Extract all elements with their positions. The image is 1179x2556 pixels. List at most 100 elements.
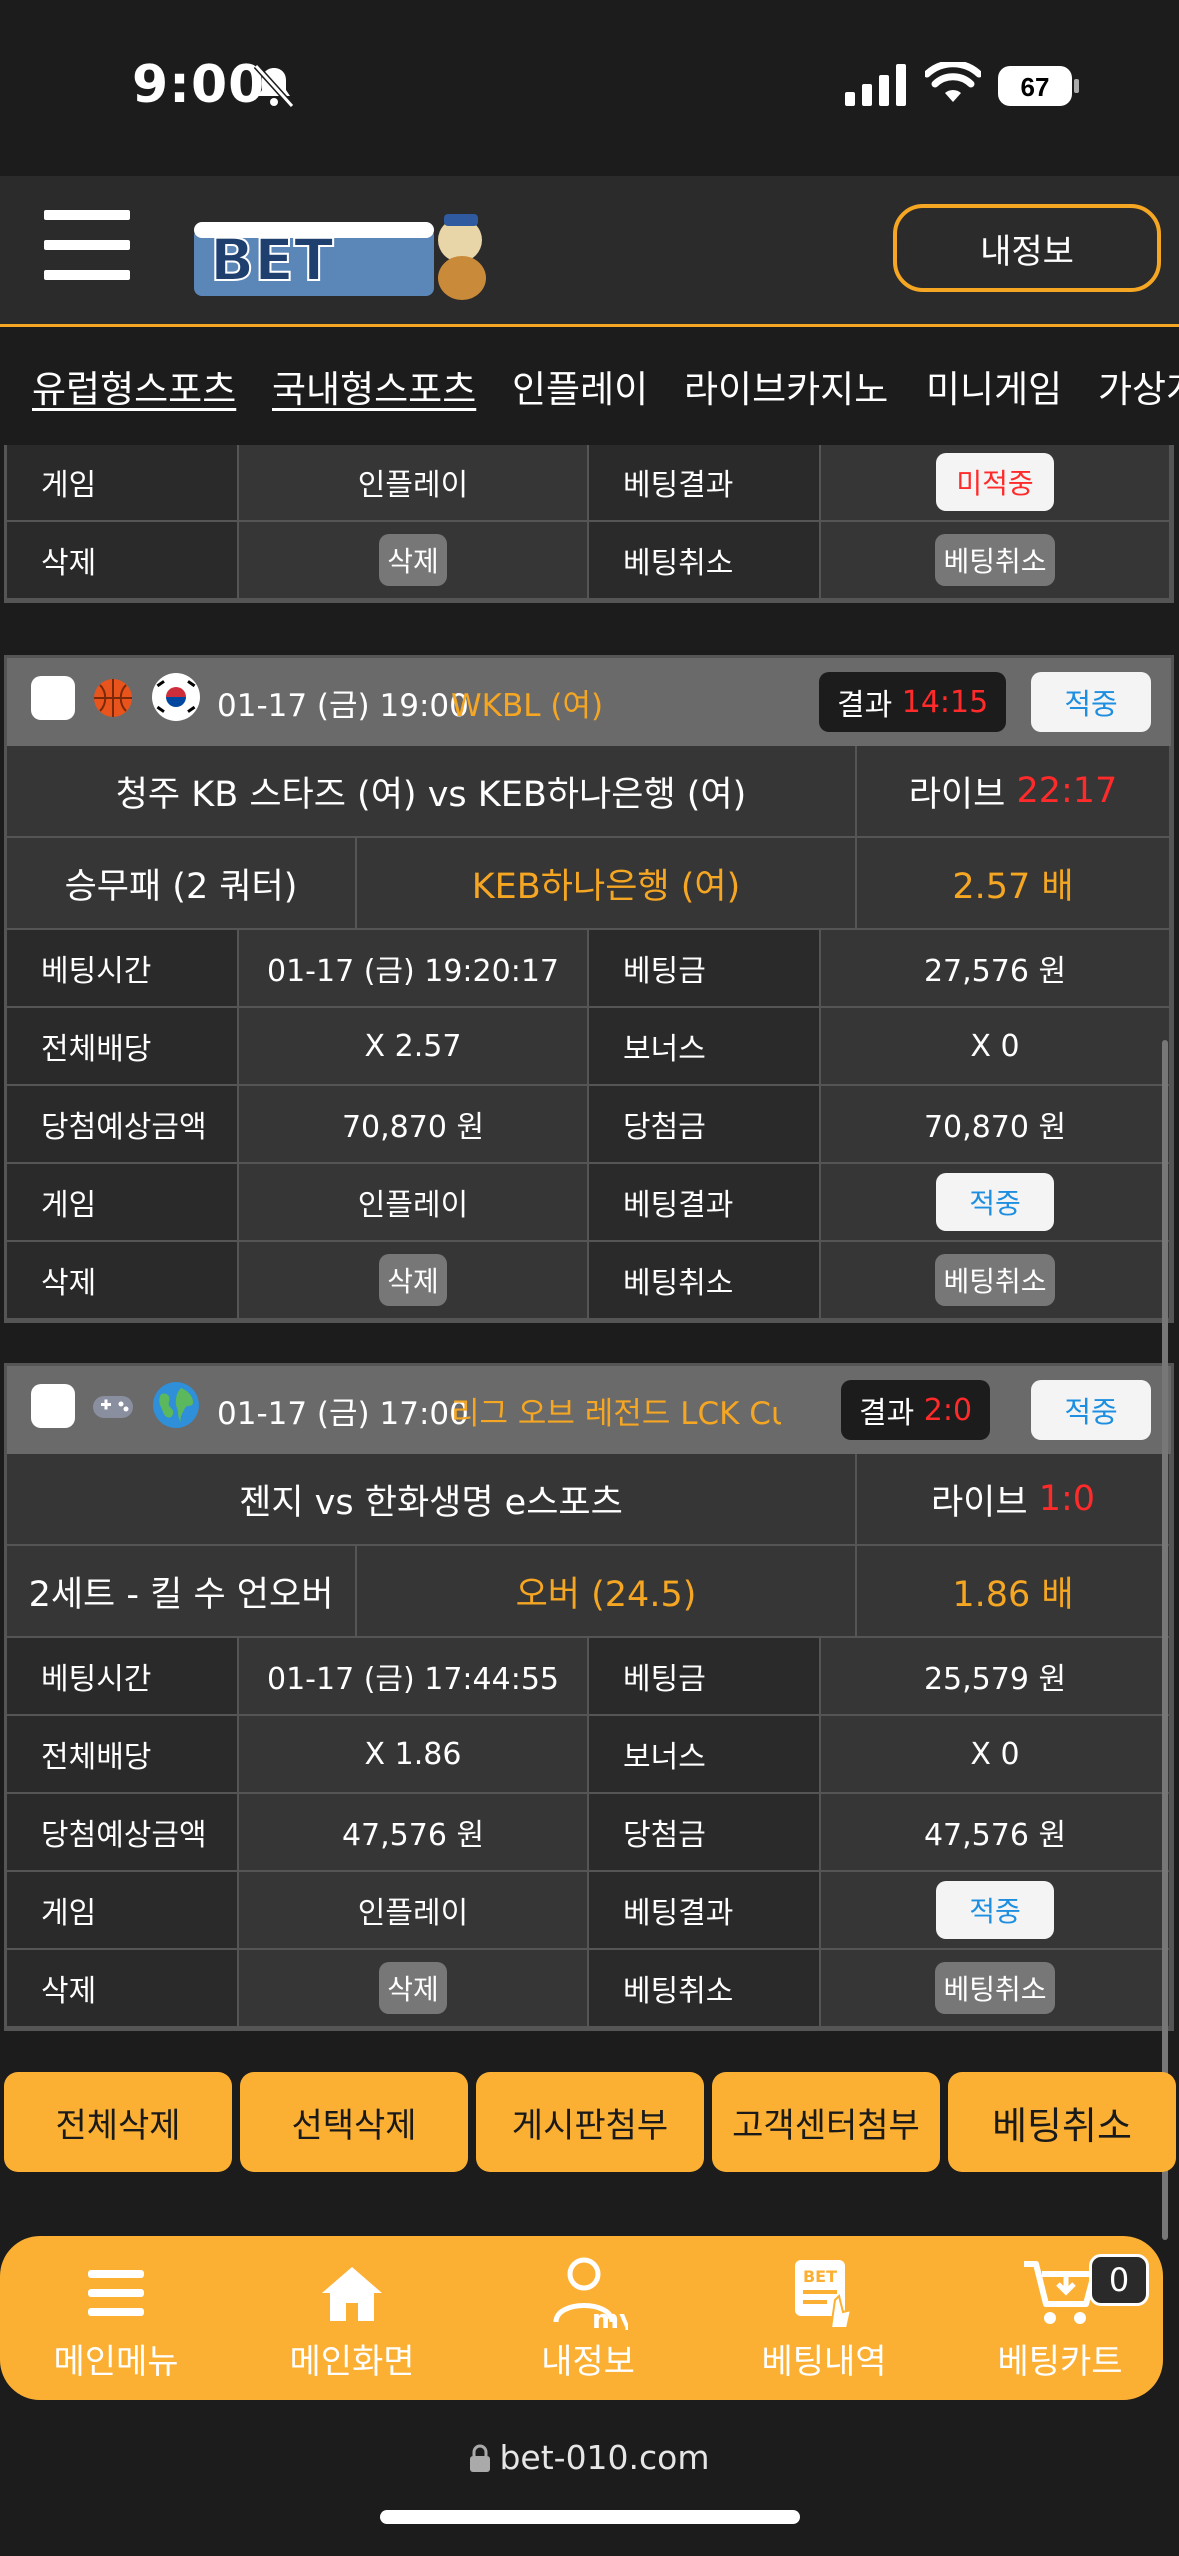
nav-item-minigame[interactable]: 미니게임 [926, 359, 1062, 413]
result-label: 결과 [837, 688, 893, 723]
select-checkbox[interactable] [31, 676, 75, 720]
pick-selection: 오버 (24.5) [357, 1546, 857, 1638]
hamburger-menu-icon[interactable] [44, 210, 130, 280]
label-delete: 삭제 [7, 522, 239, 600]
label-expected-win: 당첨예상금액 [7, 1086, 239, 1164]
pick-odds: 1.86 배 [857, 1546, 1171, 1638]
cancel-bet-all-button[interactable]: 베팅취소 [948, 2072, 1176, 2172]
nav-item-live-casino[interactable]: 라이브카지노 [684, 359, 888, 413]
tab-label: 메인메뉴 [53, 2342, 179, 2382]
browser-url-bar[interactable]: bet-010.com [0, 2400, 1179, 2556]
bet-badge: BET [803, 2267, 837, 2286]
pick-odds: 2.57 배 [857, 838, 1171, 930]
value-game: 인플레이 [239, 445, 589, 522]
tab-myinfo[interactable]: my 내정보 [488, 2252, 688, 2383]
result-badge-win: 적중 [936, 1173, 1054, 1231]
label-cancel: 베팅취소 [589, 1242, 821, 1320]
live-score: 라이브 22:17 [857, 746, 1171, 838]
bet-card: 01-17 (금) 17:00 리그 오브 레전드 LCK Cu 결과 2:0 … [4, 1363, 1174, 2031]
nav-item-inplay[interactable]: 인플레이 [512, 359, 648, 413]
label-delete: 삭제 [7, 1242, 239, 1320]
league-name: WKBL (여) [451, 688, 604, 724]
tab-label: 내정보 [541, 2342, 635, 2382]
bell-muted-icon [253, 63, 295, 109]
value-expected-win: 70,870 원 [239, 1086, 589, 1164]
cancel-bet-button[interactable]: 베팅취소 [935, 534, 1055, 586]
value-win-amount: 70,870 원 [821, 1086, 1171, 1164]
lock-icon [470, 2444, 491, 2472]
delete-selected-button[interactable]: 선택삭제 [240, 2072, 468, 2172]
value-bet-time: 01-17 (금) 19:20:17 [239, 930, 589, 1008]
delete-all-button[interactable]: 전체삭제 [4, 2072, 232, 2172]
korea-flag-icon [152, 673, 200, 721]
label-win-amount: 당첨금 [589, 1794, 821, 1872]
nav-item-virtual[interactable]: 가상게 [1098, 359, 1179, 413]
value-bonus: X 0 [821, 1716, 1171, 1794]
tab-label: 베팅카트 [997, 2342, 1123, 2382]
signal-icon [845, 64, 906, 106]
site-logo[interactable]: BET [190, 200, 510, 304]
value-bet-amount: 27,576 원 [821, 930, 1171, 1008]
home-icon [322, 2267, 382, 2321]
tab-home[interactable]: 메인화면 [252, 2252, 452, 2383]
status-time: 9:00 [132, 55, 266, 115]
label-game: 게임 [7, 1164, 239, 1242]
bulk-actions: 전체삭제 선택삭제 게시판첨부 고객센터첨부 베팅취소 [0, 2072, 1179, 2174]
match-teams: 청주 KB 스타즈 (여) vs KEB하나은행 (여) [7, 746, 857, 838]
label-expected-win: 당첨예상금액 [7, 1794, 239, 1872]
scrollbar[interactable] [1162, 1040, 1168, 2240]
menu-icon [88, 2270, 144, 2316]
delete-button[interactable]: 삭제 [379, 1962, 447, 2014]
label-bet-amount: 베팅금 [589, 1638, 821, 1716]
pick-selection: KEB하나은행 (여) [357, 838, 857, 930]
basketball-icon [94, 679, 132, 717]
bottom-tab-bar: 메인메뉴 메인화면 my 내정보 BET 베팅내역 베팅카트 [0, 2236, 1163, 2400]
label-cancel: 베팅취소 [589, 1950, 821, 2028]
result-label: 결과 [859, 1396, 915, 1431]
market-name: 승무패 (2 쿼터) [7, 838, 357, 930]
league-name: 리그 오브 레전드 LCK Cu [451, 1396, 781, 1432]
value-expected-win: 47,576 원 [239, 1794, 589, 1872]
bet-card-header: 01-17 (금) 17:00 리그 오브 레전드 LCK Cu 결과 2:0 … [7, 1366, 1171, 1454]
label-delete: 삭제 [7, 1950, 239, 2028]
cart-icon [1024, 2261, 1097, 2324]
category-nav: 유럽형스포츠 국내형스포츠 인플레이 라이브카지노 미니게임 가상게 [0, 327, 1179, 443]
home-indicator[interactable] [380, 2510, 800, 2524]
globe-icon [153, 1382, 199, 1428]
match-datetime: 01-17 (금) 19:00 [217, 688, 469, 724]
cancel-bet-button[interactable]: 베팅취소 [935, 1962, 1055, 2014]
nav-item-euro-sports[interactable]: 유럽형스포츠 [32, 359, 236, 413]
attach-support-button[interactable]: 고객센터첨부 [712, 2072, 940, 2172]
result-badge-miss: 미적중 [936, 453, 1054, 511]
delete-button[interactable]: 삭제 [379, 534, 447, 586]
label-game: 게임 [7, 445, 239, 522]
result-badge-win: 적중 [936, 1881, 1054, 1939]
select-checkbox[interactable] [31, 1384, 75, 1428]
bet-card: 01-17 (금) 19:00 WKBL (여) 결과 14:15 적중 청주 … [4, 655, 1174, 1323]
user-icon: my [553, 2257, 628, 2330]
delete-button[interactable]: 삭제 [379, 1254, 447, 1306]
url-text: bet-010.com [499, 2438, 710, 2477]
value-total-odds: X 1.86 [239, 1716, 589, 1794]
label-cancel: 베팅취소 [589, 522, 821, 600]
label-total-odds: 전체배당 [7, 1008, 239, 1086]
my-badge: my [592, 2305, 628, 2330]
tab-main-menu[interactable]: 메인메뉴 [16, 2252, 216, 2383]
tab-bet-history[interactable]: BET 베팅내역 [724, 2252, 924, 2383]
cancel-bet-button[interactable]: 베팅취소 [935, 1254, 1055, 1306]
label-win-amount: 당첨금 [589, 1086, 821, 1164]
live-score: 라이브 1:0 [857, 1454, 1171, 1546]
match-teams: 젠지 vs 한화생명 e스포츠 [7, 1454, 857, 1546]
tab-label: 베팅내역 [761, 2342, 887, 2382]
myinfo-button[interactable]: 내정보 [893, 204, 1161, 292]
attach-board-button[interactable]: 게시판첨부 [476, 2072, 704, 2172]
status-badge: 적중 [1031, 1380, 1151, 1440]
label-bet-time: 베팅시간 [7, 1638, 239, 1716]
status-badge: 적중 [1031, 672, 1151, 732]
result-box: 결과 14:15 [819, 672, 1007, 732]
nav-item-domestic-sports[interactable]: 국내형스포츠 [272, 359, 476, 413]
bet-card-header: 01-17 (금) 19:00 WKBL (여) 결과 14:15 적중 [7, 658, 1171, 746]
value-bonus: X 0 [821, 1008, 1171, 1086]
label-bet-result: 베팅결과 [589, 445, 821, 522]
status-bar: 9:00 67 [0, 0, 1179, 176]
